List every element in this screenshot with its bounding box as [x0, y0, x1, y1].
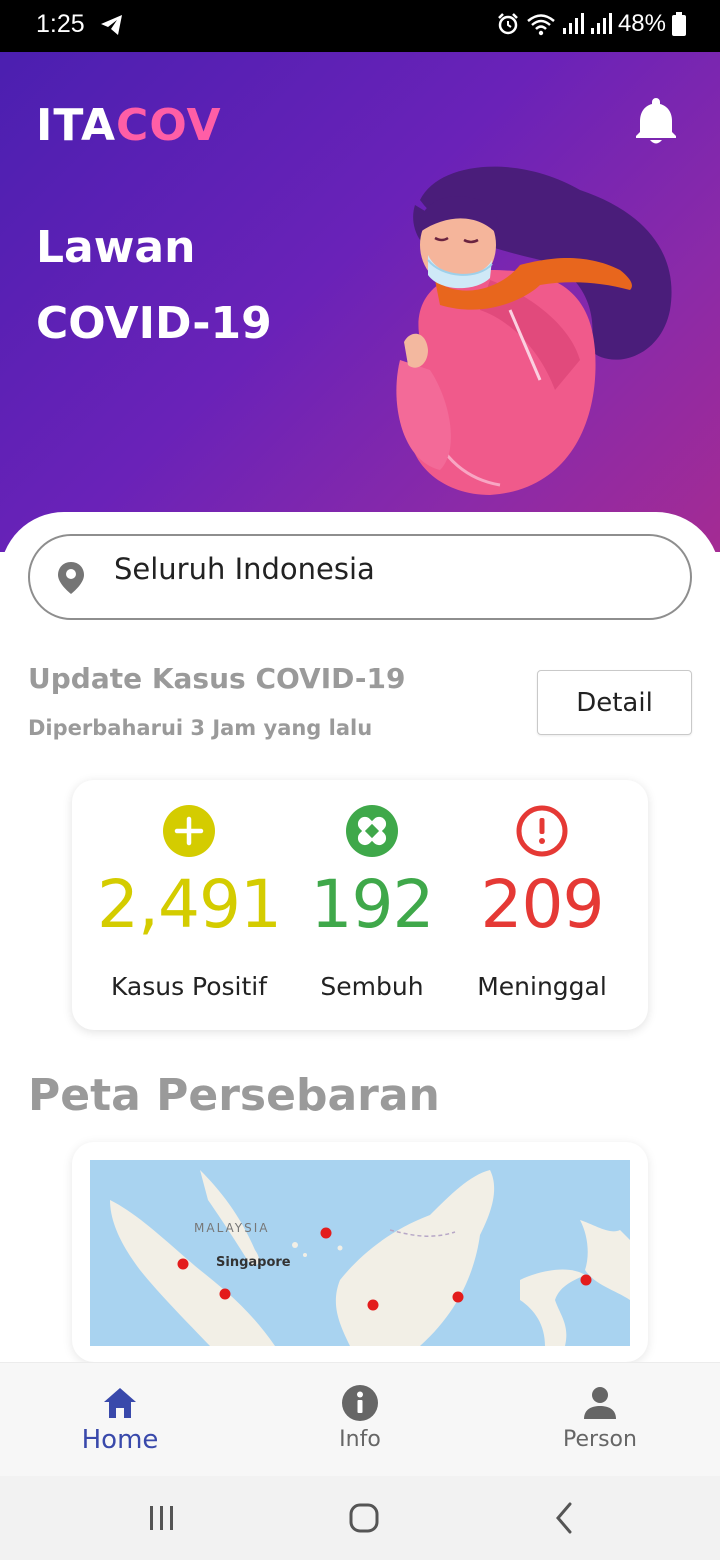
notification-bell-icon[interactable]: [628, 92, 684, 148]
stats-card: 2,491 Kasus Positif 192 Sembuh 209 Menin…: [72, 780, 648, 1030]
map-marker[interactable]: [219, 1288, 231, 1300]
map-marker[interactable]: [367, 1299, 379, 1311]
spread-map[interactable]: MALAYSIA Singapore: [90, 1160, 630, 1346]
status-time: 1:25: [36, 10, 85, 38]
wifi-icon: [527, 14, 555, 36]
nav-person[interactable]: Person: [480, 1363, 720, 1477]
status-right: 48%: [496, 10, 686, 38]
app-logo: ITACOV: [36, 100, 222, 151]
map-label-singapore: Singapore: [216, 1255, 291, 1270]
logo-text-cov: COV: [116, 100, 222, 151]
map-heading: Peta Persebaran: [28, 1070, 440, 1121]
status-bar: 1:25 48%: [0, 0, 720, 52]
location-label: Seluruh Indonesia: [114, 552, 375, 586]
map-card[interactable]: MALAYSIA Singapore: [72, 1142, 648, 1362]
hero-title: Lawan COVID-19: [36, 210, 272, 362]
back-icon[interactable]: [548, 1498, 580, 1538]
system-nav-bar: [0, 1476, 720, 1560]
nav-label-home: Home: [81, 1425, 159, 1455]
stat-value-deaths: 209: [480, 866, 605, 943]
stat-value-recovered: 192: [310, 866, 435, 943]
hero-title-line1: Lawan: [36, 222, 196, 273]
battery-percent: 48%: [617, 10, 666, 37]
woman-mask-illustration: [396, 166, 672, 495]
home-icon: [104, 1388, 136, 1418]
map-marker[interactable]: [580, 1274, 592, 1286]
hero-title-line2: COVID-19: [36, 298, 272, 349]
map-marker[interactable]: [177, 1258, 189, 1270]
detail-button[interactable]: Detail: [537, 670, 692, 735]
location-pin-icon: [58, 562, 84, 594]
plus-circle-icon: [163, 805, 215, 857]
recent-apps-icon[interactable]: [146, 1498, 178, 1538]
map-marker[interactable]: [320, 1227, 332, 1239]
battery-icon: [672, 12, 686, 36]
home-system-icon[interactable]: [344, 1498, 384, 1538]
alarm-icon: [498, 13, 518, 35]
nav-label-person: Person: [563, 1427, 637, 1452]
signal-icon-2: [590, 13, 612, 34]
person-icon: [584, 1387, 616, 1419]
stat-value-positive: 2,491: [97, 866, 282, 943]
info-icon: [342, 1385, 378, 1421]
map-marker[interactable]: [452, 1291, 464, 1303]
nav-home[interactable]: Home: [0, 1363, 240, 1477]
nav-info[interactable]: Info: [240, 1363, 480, 1477]
stat-label-positive: Kasus Positif: [110, 972, 268, 1001]
bottom-nav: Home Info Person: [0, 1362, 720, 1476]
hero-banner: ITACOV Lawan COVID-19: [0, 52, 720, 552]
update-title: Update Kasus COVID-19: [28, 662, 406, 695]
stat-label-recovered: Sembuh: [320, 972, 424, 1001]
map-label-malaysia: MALAYSIA: [194, 1221, 270, 1235]
signal-icon: [562, 13, 584, 34]
stat-label-deaths: Meninggal: [477, 972, 607, 1001]
update-subtitle: Diperbaharui 3 Jam yang lalu: [28, 716, 373, 740]
location-selector[interactable]: Seluruh Indonesia: [28, 534, 692, 620]
logo-text-ita: ITA: [36, 100, 117, 151]
bandage-icon: [346, 805, 398, 857]
alert-circle-icon: [516, 805, 568, 857]
telegram-icon: [101, 15, 122, 35]
nav-label-info: Info: [339, 1427, 381, 1452]
